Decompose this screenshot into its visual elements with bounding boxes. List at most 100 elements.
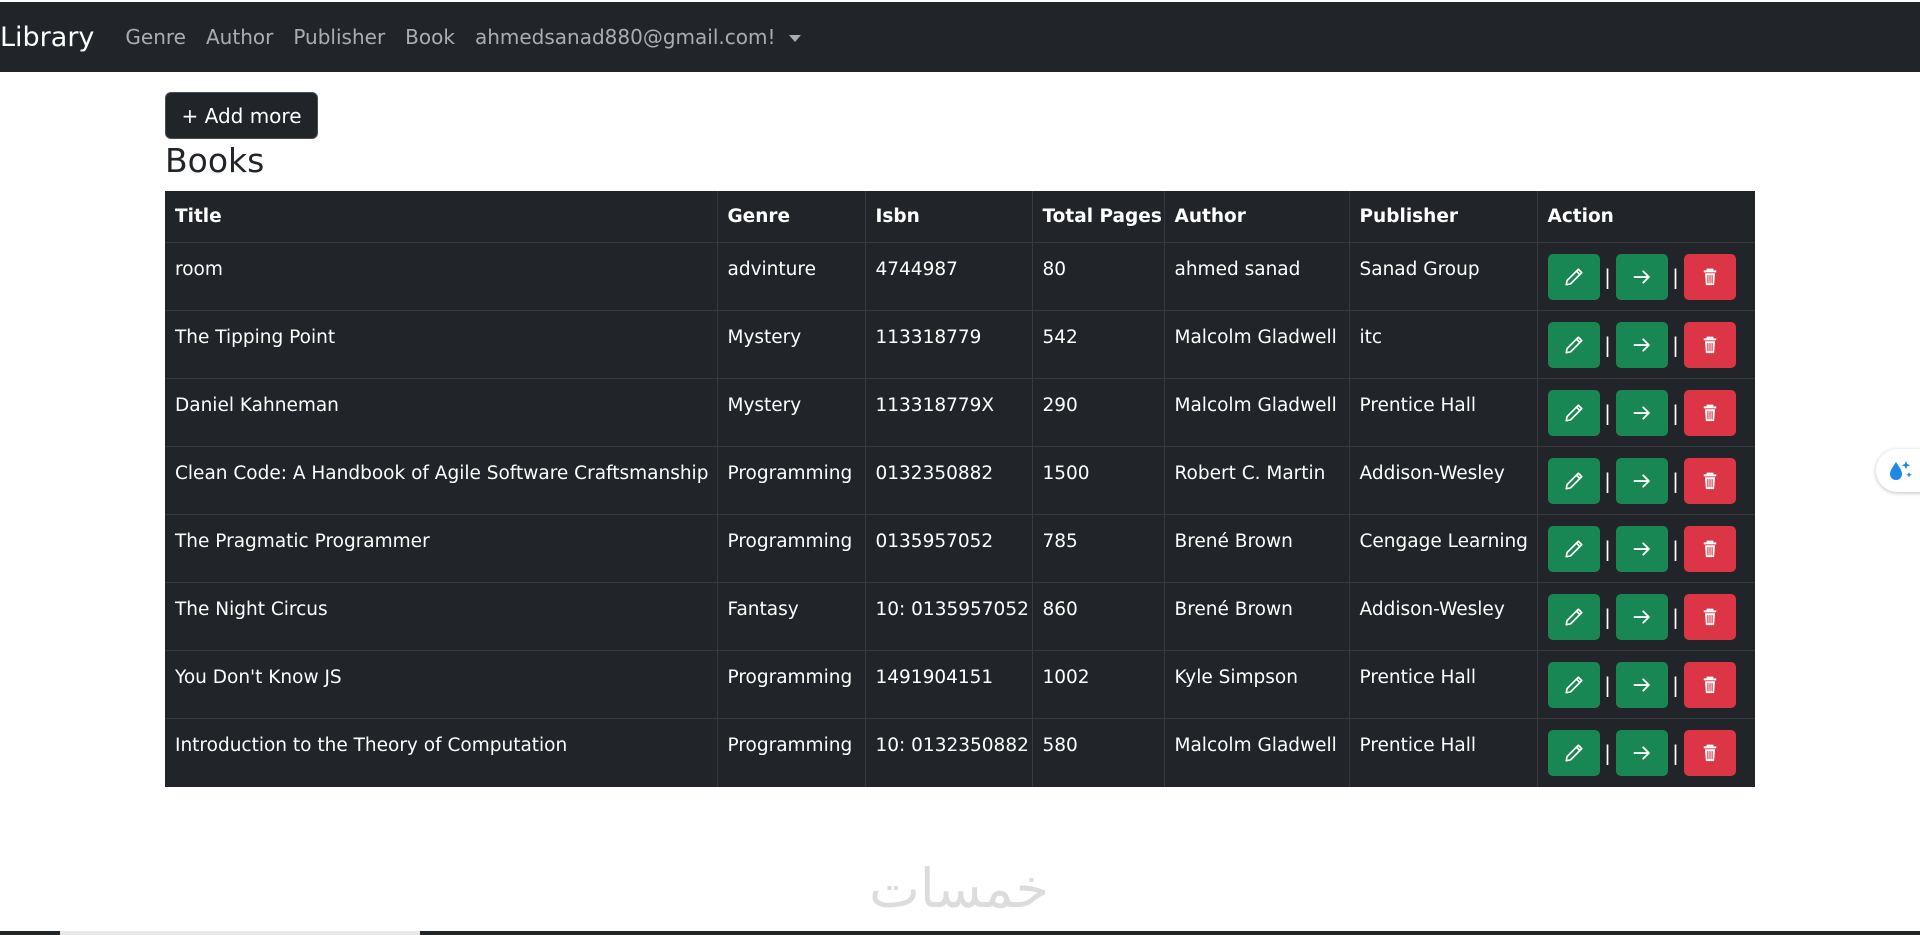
cell-genre: Programming [717, 514, 866, 584]
view-button[interactable] [1615, 457, 1668, 504]
books-table: Title Genre Isbn Total Pages Author Publ… [165, 191, 1755, 787]
pencil-icon [1564, 675, 1584, 695]
nav-link-publisher[interactable]: Publisher [293, 27, 385, 47]
action-separator: | [1672, 673, 1679, 698]
arrow-right-icon [1632, 403, 1652, 423]
delete-button[interactable] [1683, 321, 1736, 368]
cell-genre: Programming [717, 650, 866, 720]
user-dropdown[interactable]: ahmedsanad880@gmail.com! [475, 27, 802, 47]
trash-icon [1700, 403, 1720, 423]
cell-isbn: 1491904151 [865, 650, 1033, 720]
pencil-icon [1564, 267, 1584, 287]
view-button[interactable] [1615, 526, 1668, 572]
trash-icon [1700, 267, 1720, 287]
cell-publisher: Addison-Wesley [1349, 446, 1538, 516]
delete-button[interactable] [1683, 730, 1736, 777]
edit-button[interactable] [1547, 389, 1600, 436]
col-header-publisher: Publisher [1349, 191, 1538, 243]
col-header-author: Author [1164, 191, 1350, 243]
cell-isbn: 0135957052 [865, 514, 1033, 584]
edit-button[interactable] [1547, 730, 1600, 777]
cell-genre: Mystery [717, 310, 866, 379]
cell-author: Brené Brown [1164, 514, 1350, 584]
col-header-action: Action [1537, 191, 1755, 243]
arrow-right-icon [1632, 607, 1652, 627]
user-email: ahmedsanad880@gmail.com! [474, 25, 776, 49]
col-header-isbn: Isbn [865, 191, 1033, 243]
brand-link[interactable]: Library [0, 24, 94, 51]
action-separator: | [1672, 605, 1679, 630]
cell-isbn: 10: 0132350882 [865, 718, 1033, 787]
cell-author: Brené Brown [1164, 582, 1350, 652]
col-header-genre: Genre [717, 191, 866, 243]
table-row: Introduction to the Theory of Computatio… [165, 718, 1755, 787]
delete-button[interactable] [1683, 662, 1736, 709]
cell-actions: | | [1537, 378, 1755, 447]
edit-button[interactable] [1547, 526, 1600, 572]
view-button[interactable] [1615, 253, 1668, 300]
cell-publisher: itc [1349, 310, 1538, 379]
cell-actions: | | [1537, 582, 1755, 652]
trash-icon [1700, 675, 1720, 695]
arrow-right-icon [1632, 335, 1652, 355]
table-row: The Tipping Point Mystery 113318779 542 Malc… [165, 310, 1755, 379]
arrow-right-icon [1632, 471, 1652, 491]
cell-publisher: Prentice Hall [1349, 718, 1538, 787]
action-separator: | [1604, 673, 1611, 698]
cell-title: room [165, 242, 718, 311]
view-button[interactable] [1615, 321, 1668, 368]
cell-publisher: Sanad Group [1349, 242, 1538, 311]
cell-publisher: Addison-Wesley [1349, 582, 1538, 652]
trash-icon [1700, 335, 1720, 355]
trash-icon [1700, 471, 1720, 491]
cell-total-pages: 580 [1032, 718, 1165, 787]
table-row: The Pragmatic Programmer Programming 01359… [165, 514, 1755, 584]
add-more-button[interactable]: + Add more [165, 92, 318, 139]
cell-actions: | | [1537, 719, 1755, 787]
table-row: Daniel Kahneman Mystery 113318779X 290 Malco… [165, 378, 1755, 447]
edit-button[interactable] [1547, 594, 1600, 641]
delete-button[interactable] [1683, 457, 1736, 504]
edit-button[interactable] [1547, 321, 1600, 368]
delete-button[interactable] [1683, 526, 1736, 572]
action-separator: | [1672, 400, 1679, 425]
cell-publisher: Prentice Hall [1349, 378, 1538, 447]
view-button[interactable] [1615, 662, 1668, 709]
edit-button[interactable] [1547, 662, 1600, 709]
cell-publisher: Prentice Hall [1349, 650, 1538, 720]
table-row: Clean Code: A Handbook of Agile Software… [165, 446, 1755, 516]
action-separator: | [1672, 332, 1679, 357]
cell-isbn: 10: 0135957052 [865, 582, 1033, 652]
cell-genre: advinture [717, 242, 866, 311]
action-separator: | [1672, 741, 1679, 766]
delete-button[interactable] [1683, 253, 1736, 300]
nav-link-author[interactable]: Author [206, 27, 273, 47]
view-button[interactable] [1615, 389, 1668, 436]
arrow-right-icon [1632, 267, 1652, 287]
cell-author: Kyle Simpson [1164, 650, 1350, 720]
assistant-float-button[interactable] [1876, 449, 1920, 492]
cell-total-pages: 785 [1032, 514, 1165, 584]
nav-link-genre[interactable]: Genre [125, 27, 186, 47]
delete-button[interactable] [1683, 594, 1736, 641]
trash-icon [1700, 743, 1720, 763]
view-button[interactable] [1615, 730, 1668, 777]
edit-button[interactable] [1547, 253, 1600, 300]
cell-title: The Pragmatic Programmer [165, 514, 718, 584]
cell-author: Malcolm Gladwell [1164, 718, 1350, 787]
nav-link-book[interactable]: Book [405, 27, 455, 47]
cell-title: The Tipping Point [165, 310, 718, 379]
edit-button[interactable] [1547, 457, 1600, 504]
pencil-icon [1564, 607, 1584, 627]
scrollbar-thumb[interactable] [60, 931, 420, 935]
cell-total-pages: 860 [1032, 582, 1165, 652]
view-button[interactable] [1615, 594, 1668, 641]
table-row: The Night Circus Fantasy 10: 0135957052 860… [165, 582, 1755, 652]
watermark-logo: خمسات [868, 857, 1050, 920]
cell-total-pages: 80 [1032, 242, 1165, 311]
cell-genre: Programming [717, 446, 866, 516]
pencil-icon [1564, 335, 1584, 355]
table-row: room advinture 4744987 80 ahmed sanad Sanad G… [165, 242, 1755, 311]
cell-author: Malcolm Gladwell [1164, 310, 1350, 379]
delete-button[interactable] [1683, 389, 1736, 436]
